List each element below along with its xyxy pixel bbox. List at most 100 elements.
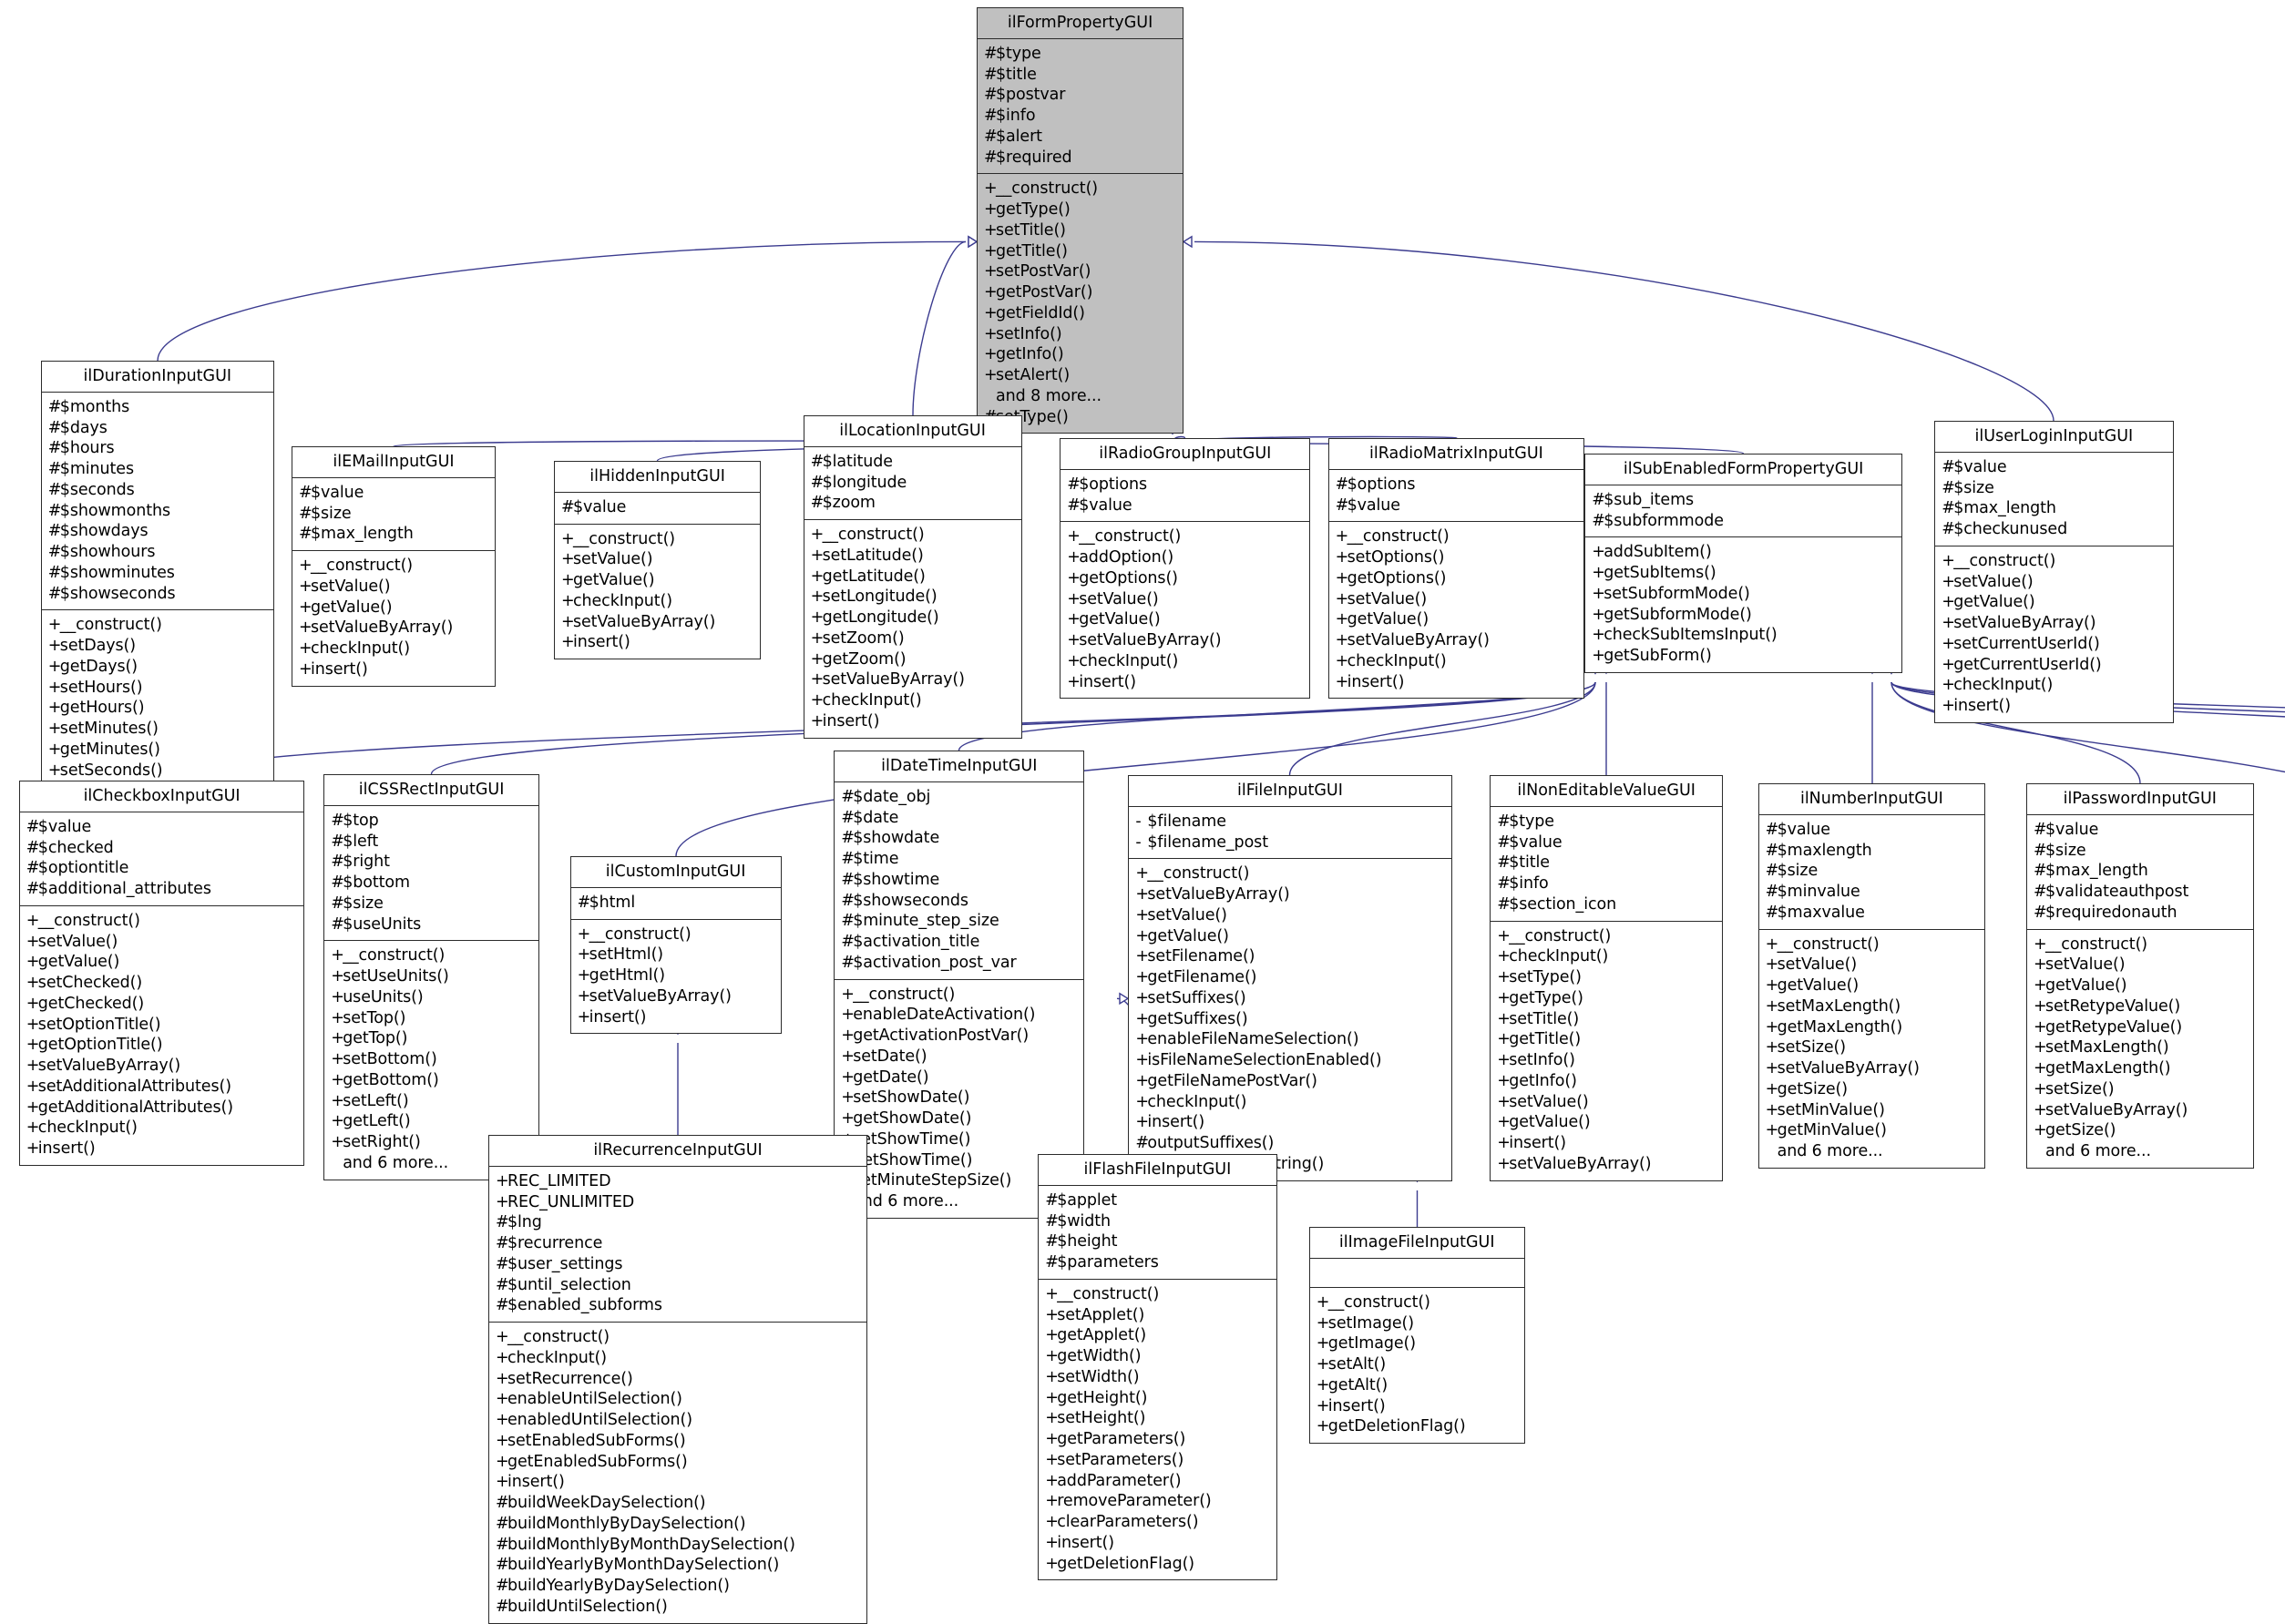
visibility-marker: + [561,529,575,548]
attribute-label: $enabled_subforms [507,1296,662,1315]
method-row: +checkInput() [496,1348,861,1369]
visibility-marker: # [1497,812,1511,831]
method-label: setInfo() [996,324,1062,343]
attribute-row: #$title [984,65,1177,86]
method-row: +setType() [1497,967,1716,988]
visibility-marker: + [1497,1030,1511,1049]
more-members-row: and 6 more... [1766,1141,1980,1162]
visibility-marker: + [26,953,40,972]
visibility-marker: + [26,932,40,951]
method-row: +setValueByArray() [26,1056,299,1077]
method-row: +getApplet() [1045,1325,1270,1346]
method-label: useUnits() [343,987,424,1006]
attribute-label: $max_length [1953,499,2056,518]
methods-compartment: +__construct() +setValue() +getValue() +set… [1759,930,1985,1168]
visibility-marker: # [1497,894,1511,914]
attribute-row: #$bottom [331,873,533,894]
method-label: setLeft() [343,1091,409,1110]
method-row: +getDate() [841,1067,1078,1088]
method-label: setValue() [573,550,653,569]
method-row: +insert() [26,1139,299,1159]
visibility-marker: # [1592,511,1605,530]
method-row: +setValue() [26,932,299,953]
methods-compartment: +__construct() +setValueByArray() +setValu… [1129,859,1450,1180]
attributes-compartment: #$months #$days #$hours #$minutes #$seconds #… [41,393,273,611]
visibility-marker: # [2034,841,2047,860]
visibility-marker: + [1067,672,1081,691]
attributes-compartment: #$latitude #$longitude #$zoom [804,447,1021,520]
method-row: +getValue() [2034,975,2248,996]
visibility-marker: + [1335,568,1349,587]
visibility-marker: # [1765,820,1779,839]
method-label: getZoom() [822,649,907,669]
visibility-marker: # [26,817,40,836]
visibility-marker: # [1765,903,1779,922]
method-row: +setValueByArray() [1067,630,1304,651]
method-label: setMinValue() [1777,1100,1885,1119]
method-row: +__construct() [578,924,775,945]
method-label: __construct() [2045,935,2148,954]
method-row: +__construct() [1067,526,1304,547]
method-label: __construct() [1327,1292,1430,1312]
method-row: +getEnabledSubForms() [496,1452,861,1473]
method-label: setValue() [1509,1092,1589,1111]
method-row: +setValue() [561,549,754,570]
visibility-marker: + [26,1077,40,1096]
method-row: +addParameter() [1045,1471,1270,1492]
method-row: +insert() [1942,696,2167,717]
method-row: +getLeft() [331,1111,533,1132]
visibility-marker: + [299,639,313,658]
methods-compartment: +__construct() +setApplet() +getApplet() +g… [1039,1280,1276,1580]
attribute-label: $value [37,817,92,836]
method-row: +__construct() [1317,1292,1519,1313]
attribute-row: #$time [841,849,1078,870]
visibility-marker: + [1497,1113,1511,1132]
visibility-marker: + [496,1369,509,1388]
attribute-row: #$minvalue [1766,882,1980,903]
visibility-marker: + [1135,988,1149,1007]
method-label: setTitle() [1509,1009,1580,1028]
method-row: +getValue() [1942,592,2167,613]
visibility-marker: + [984,241,998,260]
visibility-marker: + [1135,968,1149,986]
uml-class-ilRadioGroupInputGUI: ilRadioGroupInputGUI #$options #$value +__c… [1060,438,1311,700]
uml-class-ilNumberInputGUI: ilNumberInputGUI #$value #$maxlength #$size… [1757,783,1986,1169]
attribute-row: #$showhours [48,542,268,563]
attribute-row: #$value [1067,495,1304,516]
method-row: +setValueByArray() [578,986,775,1007]
visibility-marker: + [1335,610,1349,629]
method-label: getTitle() [1509,1030,1582,1049]
attribute-label: $months [59,397,130,416]
methods-compartment: +__construct() +addOption() +getOptions() +… [1061,522,1309,698]
method-label: setSeconds() [59,761,163,780]
visibility-marker: + [810,567,825,586]
methods-compartment: +__construct() +getType() +setTitle() +getT… [978,174,1183,433]
visibility-marker: + [1592,605,1605,624]
method-row: +insert() [1045,1533,1270,1554]
method-label: setValue() [1347,589,1428,608]
method-label: setValueByArray() [1147,885,1290,904]
method-label: setLatitude() [822,546,924,565]
visibility-marker: + [1497,988,1511,1007]
method-row: +setMaxLength() [2034,1037,2248,1058]
attributes-compartment: #$type #$title #$postvar #$info #$alert #$req… [978,39,1183,175]
method-label: and 6 more... [853,1192,959,1210]
visibility-marker: + [1335,651,1349,670]
visibility-marker: # [496,1597,509,1616]
attribute-label: $value [1509,832,1563,852]
method-label: setValueByArray() [589,986,732,1006]
visibility-marker: + [26,1015,40,1034]
visibility-marker: # [1067,495,1081,515]
method-label: getDeletionFlag() [1327,1417,1466,1436]
class-title: ilNonEditableValueGUI [1491,776,1723,807]
method-row: +setSeconds() [48,761,268,781]
attribute-row: #$minute_step_size [841,911,1078,932]
method-row: +setSuffixes() [1135,988,1445,1009]
method-row: +setLongitude() [811,587,1016,608]
attribute-row: +REC_UNLIMITED [496,1192,861,1213]
method-row: +setAlert() [984,365,1177,386]
visibility-marker: # [1045,1232,1059,1251]
method-row: +setSize() [1766,1037,1980,1058]
visibility-marker: + [1067,568,1081,587]
attribute-row: #$html [578,893,775,914]
